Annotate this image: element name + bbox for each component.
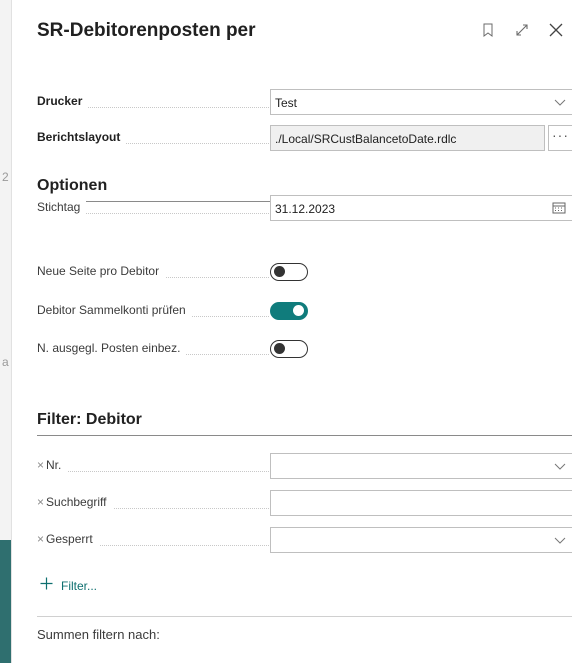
optionen-section-title[interactable]: Optionen [37, 177, 107, 195]
sammelkonti-row: Debitor Sammelkonti prüfen [37, 298, 572, 324]
toggle-knob [274, 266, 285, 277]
filter-nr-input[interactable] [270, 453, 572, 479]
dialog-title: SR-Debitorenposten per [37, 20, 256, 41]
section-divider [37, 435, 572, 436]
berichtslayout-field[interactable]: ./Local/SRCustBalancetoDate.rdlc [270, 125, 545, 151]
background-text-fragment: a [2, 355, 9, 369]
add-filter-button[interactable]: Filter... [40, 577, 97, 595]
filter-row-suchbegriff: × Suchbegriff [37, 490, 572, 516]
sammelkonti-toggle[interactable] [270, 302, 308, 320]
drucker-row: Drucker Test [37, 89, 572, 115]
ausgegl-label: N. ausgegl. Posten einbez. [37, 341, 269, 359]
berichtslayout-label: Berichtslayout [37, 130, 269, 148]
stichtag-label: Stichtag [37, 200, 269, 218]
bookmark-icon[interactable] [478, 20, 498, 40]
filter-section-title[interactable]: Filter: Debitor [37, 411, 142, 429]
filter-suchbegriff-label: × Suchbegriff [37, 495, 269, 513]
stichtag-value: 31.12.2023 [275, 202, 336, 216]
berichtslayout-value: ./Local/SRCustBalancetoDate.rdlc [275, 132, 457, 146]
neue-seite-toggle[interactable] [270, 263, 308, 281]
filter-row-nr: × Nr. [37, 453, 572, 479]
chevron-down-icon [554, 460, 566, 474]
expand-icon[interactable] [512, 20, 532, 40]
report-request-dialog: SR-Debitorenposten per Drucker Test Beri… [22, 0, 572, 663]
add-filter-label: Filter... [61, 579, 98, 593]
background-page-strip: 2 a [0, 0, 12, 663]
toggle-knob [293, 305, 304, 316]
filter-gesperrt-select[interactable] [270, 527, 572, 553]
remove-filter-icon[interactable]: × [37, 495, 44, 509]
background-text-fragment: 2 [2, 170, 9, 184]
chevron-down-icon [554, 534, 566, 548]
filter-suchbegriff-input[interactable] [270, 490, 572, 516]
drucker-select[interactable]: Test [270, 89, 572, 115]
filter-gesperrt-label: × Gesperrt [37, 532, 269, 550]
section-divider [37, 616, 572, 617]
berichtslayout-more-button[interactable]: ··· [548, 125, 572, 151]
background-page-fragment [0, 540, 11, 663]
plus-icon [40, 577, 53, 595]
drucker-label: Drucker [37, 94, 269, 112]
summen-filtern-label: Summen filtern nach: [37, 627, 160, 642]
ausgegl-toggle[interactable] [270, 340, 308, 358]
ausgegl-row: N. ausgegl. Posten einbez. [37, 336, 572, 362]
remove-filter-icon[interactable]: × [37, 458, 44, 472]
neue-seite-label: Neue Seite pro Debitor [37, 264, 269, 282]
chevron-down-icon [554, 96, 566, 110]
filter-row-gesperrt: × Gesperrt [37, 527, 572, 553]
close-icon[interactable] [546, 20, 566, 40]
stichtag-date-input[interactable]: 31.12.2023 [270, 195, 572, 221]
calendar-icon[interactable] [552, 201, 566, 217]
berichtslayout-row: Berichtslayout ./Local/SRCustBalancetoDa… [37, 125, 572, 151]
neue-seite-row: Neue Seite pro Debitor [37, 259, 572, 285]
sammelkonti-label: Debitor Sammelkonti prüfen [37, 303, 269, 321]
header-actions [478, 20, 566, 40]
filter-nr-label: × Nr. [37, 458, 269, 476]
toggle-knob [274, 343, 285, 354]
stichtag-row: Stichtag 31.12.2023 [37, 195, 572, 221]
drucker-value: Test [275, 96, 298, 110]
dialog-header: SR-Debitorenposten per [22, 0, 572, 60]
remove-filter-icon[interactable]: × [37, 532, 44, 546]
